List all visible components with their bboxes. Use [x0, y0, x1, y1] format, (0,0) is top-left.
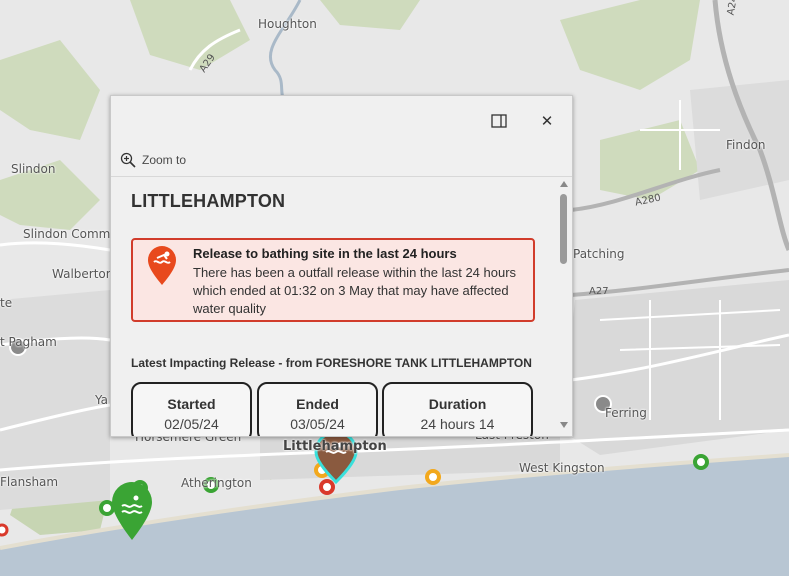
stat-started-label: Started	[167, 396, 216, 412]
stat-started-value: 02/05/24	[164, 416, 219, 432]
stat-duration-value: 24 hours 14	[420, 416, 495, 432]
map-label-patching: Patching	[573, 247, 625, 261]
map-label-partial-ya: Ya	[95, 393, 109, 407]
scroll-down-arrow-icon[interactable]	[560, 422, 568, 428]
dock-side-icon	[491, 114, 507, 128]
map-label-slindon-common: Slindon Comm	[23, 227, 111, 241]
feature-popup: ✕ Zoom to LITTLEHAMPTON Release to bathi…	[110, 95, 573, 437]
map-label-slindon: Slindon	[11, 162, 56, 176]
popup-toolbar: Zoom to	[111, 146, 572, 177]
map-label-pagham: t Pagham	[0, 335, 57, 349]
stat-duration-label: Duration	[428, 396, 487, 412]
map-label-littlehampton: Littlehampton	[283, 439, 387, 454]
popup-header: ✕	[111, 96, 572, 144]
alert-body: There has been a outfall release within …	[193, 265, 517, 316]
map-label-atherington: Atherington	[181, 476, 252, 490]
scroll-up-arrow-icon[interactable]	[560, 181, 568, 187]
close-icon: ✕	[540, 112, 554, 130]
latest-release-label: Latest Impacting Release - from FORESHOR…	[131, 356, 532, 370]
alert-title: Release to bathing site in the last 24 h…	[193, 246, 457, 261]
stat-ended-value: 03/05/24	[290, 416, 345, 432]
popup-scrollbar[interactable]	[556, 178, 572, 436]
close-button[interactable]: ✕	[534, 108, 560, 134]
swimmer-marker-icon	[148, 246, 176, 285]
road-label-a27: A27	[589, 286, 609, 297]
stat-duration: Duration 24 hours 14	[382, 382, 533, 436]
dock-side-button[interactable]	[486, 108, 512, 134]
map-label-partial-te: te	[0, 296, 13, 310]
zoom-to-button[interactable]: Zoom to	[120, 152, 186, 168]
map-label-houghton: Houghton	[258, 17, 317, 31]
popup-title: LITTLEHAMPTON	[131, 191, 286, 211]
map-label-findon: Findon	[726, 138, 766, 152]
scroll-thumb[interactable]	[560, 194, 567, 264]
stat-ended: Ended 03/05/24	[257, 382, 378, 436]
map-label-ferring: Ferring	[605, 406, 647, 420]
zoom-to-label: Zoom to	[142, 153, 187, 167]
map-label-walberton: Walberton	[52, 267, 114, 281]
stat-ended-label: Ended	[296, 396, 339, 412]
map-label-west-kingston: West Kingston	[519, 461, 605, 475]
map-label-flansham: Flansham	[0, 475, 59, 489]
zoom-in-icon	[120, 152, 136, 168]
popup-content: LITTLEHAMPTON Release to bathing site in…	[111, 178, 555, 436]
release-alert: Release to bathing site in the last 24 h…	[131, 238, 535, 322]
stat-started: Started 02/05/24	[131, 382, 252, 436]
